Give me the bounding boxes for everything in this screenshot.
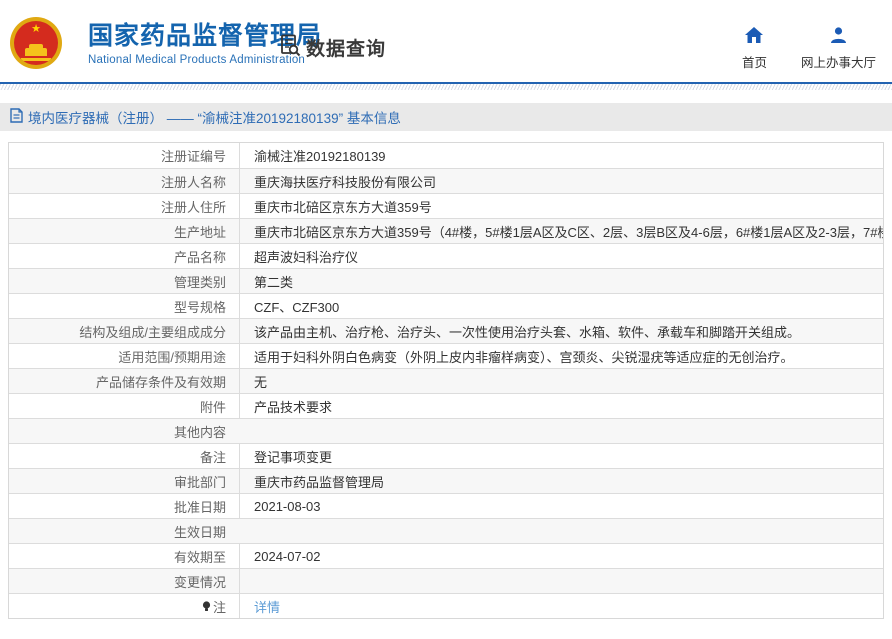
row-label-text: 结构及组成/主要组成成分	[79, 322, 226, 341]
row-value: 登记事项变更	[239, 444, 883, 468]
table-row: 审批部门重庆市药品监督管理局	[9, 468, 883, 493]
breadcrumb-text: 境内医疗器械（注册） —— “渝械注准20192180139” 基本信息	[28, 107, 401, 127]
table-row: 附件产品技术要求	[9, 393, 883, 418]
row-value: 2024-07-02	[239, 544, 883, 568]
row-label-text: 注册人名称	[161, 172, 226, 191]
row-value	[239, 419, 883, 443]
table-row: 生产地址重庆市北碚区京东方大道359号（4#楼，5#楼1层A区及C区、2层、3层…	[9, 218, 883, 243]
row-label-text: 有效期至	[174, 547, 226, 566]
row-label: 生产地址	[9, 219, 239, 243]
row-label-text: 附件	[200, 397, 226, 416]
row-label: 产品储存条件及有效期	[9, 369, 239, 393]
table-row: 产品储存条件及有效期无	[9, 368, 883, 393]
row-value: 该产品由主机、治疗枪、治疗头、一次性使用治疗头套、水箱、软件、承载车和脚踏开关组…	[239, 319, 883, 343]
row-value: 超声波妇科治疗仪	[239, 244, 883, 268]
row-label: 产品名称	[9, 244, 239, 268]
row-label-text: 产品名称	[174, 247, 226, 266]
top-nav: 首页 网上办事大厅	[742, 27, 876, 71]
home-icon	[745, 27, 763, 48]
row-label: 附件	[9, 394, 239, 418]
row-value: 无	[239, 369, 883, 393]
row-value: 第二类	[239, 269, 883, 293]
row-label: 审批部门	[9, 469, 239, 493]
row-label-text: 适用范围/预期用途	[118, 347, 226, 366]
data-query-label: 数据查询	[306, 34, 386, 61]
doc-search-icon	[278, 33, 302, 62]
row-label-text: 产品储存条件及有效期	[96, 372, 226, 391]
table-row: 产品名称超声波妇科治疗仪	[9, 243, 883, 268]
row-value	[239, 569, 883, 593]
row-label-text: 其他内容	[174, 422, 226, 441]
row-label-text: 注册人住所	[161, 197, 226, 216]
table-row: 结构及组成/主要组成成分该产品由主机、治疗枪、治疗头、一次性使用治疗头套、水箱、…	[9, 318, 883, 343]
row-label: 有效期至	[9, 544, 239, 568]
row-value: 详情	[239, 594, 883, 618]
row-label-text: 批准日期	[174, 497, 226, 516]
row-value: 2021-08-03	[239, 494, 883, 518]
bulb-icon	[202, 600, 211, 615]
table-row: 管理类别第二类	[9, 268, 883, 293]
row-value: 渝械注准20192180139	[239, 143, 883, 168]
national-emblem-logo: ★	[10, 17, 62, 69]
table-row: 生效日期	[9, 518, 883, 543]
row-label-text: 备注	[200, 447, 226, 466]
table-row: 其他内容	[9, 418, 883, 443]
row-value	[239, 519, 883, 543]
nav-service-hall-label: 网上办事大厅	[801, 52, 876, 71]
row-label-text: 生效日期	[174, 522, 226, 541]
row-label-text: 注	[213, 597, 226, 616]
row-label-text: 审批部门	[174, 472, 226, 491]
nav-item-home[interactable]: 首页	[742, 27, 767, 71]
row-value: 适用于妇科外阴白色病变（外阴上皮内非瘤样病变）、宫颈炎、尖锐湿疣等适应症的无创治…	[239, 344, 883, 368]
row-label: 注册证编号	[9, 143, 239, 168]
user-icon	[830, 27, 847, 48]
emblem-icon: ★	[10, 17, 62, 69]
row-label: 适用范围/预期用途	[9, 344, 239, 368]
row-label: 型号规格	[9, 294, 239, 318]
details-link[interactable]: 详情	[254, 597, 280, 616]
table-row: 备注登记事项变更	[9, 443, 883, 468]
table-row: 有效期至 2024-07-02	[9, 543, 883, 568]
row-label: 生效日期	[9, 519, 239, 543]
breadcrumb-bar: 境内医疗器械（注册） —— “渝械注准20192180139” 基本信息	[0, 103, 892, 131]
breadcrumb: 境内医疗器械（注册） —— “渝械注准20192180139” 基本信息	[10, 107, 401, 127]
row-label-text: 变更情况	[174, 572, 226, 591]
row-label: 其他内容	[9, 419, 239, 443]
row-label-text: 型号规格	[174, 297, 226, 316]
row-value: 重庆海扶医疗科技股份有限公司	[239, 169, 883, 193]
row-value: 重庆市北碚区京东方大道359号（4#楼，5#楼1层A区及C区、2层、3层B区及4…	[239, 219, 883, 243]
row-label: 备注	[9, 444, 239, 468]
page-doc-icon	[10, 108, 23, 126]
nav-item-service-hall[interactable]: 网上办事大厅	[801, 27, 876, 71]
row-label-text: 管理类别	[174, 272, 226, 291]
row-label: 注册人住所	[9, 194, 239, 218]
nav-home-label: 首页	[742, 52, 767, 71]
row-label: 管理类别	[9, 269, 239, 293]
table-row: 型号规格 CZF、CZF300	[9, 293, 883, 318]
row-label-text: 注册证编号	[161, 146, 226, 165]
table-row: 注册证编号渝械注准20192180139	[9, 143, 883, 168]
table-row: 注册人住所重庆市北碚区京东方大道359号	[9, 193, 883, 218]
row-value: 重庆市北碚区京东方大道359号	[239, 194, 883, 218]
table-row: 批准日期 2021-08-03	[9, 493, 883, 518]
row-value: 产品技术要求	[239, 394, 883, 418]
hatched-divider	[0, 84, 892, 90]
row-value: 重庆市药品监督管理局	[239, 469, 883, 493]
table-row: 变更情况	[9, 568, 883, 593]
table-row: 注册人名称重庆海扶医疗科技股份有限公司	[9, 168, 883, 193]
table-row: 适用范围/预期用途适用于妇科外阴白色病变（外阴上皮内非瘤样病变）、宫颈炎、尖锐湿…	[9, 343, 883, 368]
data-query-section[interactable]: 数据查询	[278, 33, 386, 62]
row-label: 批准日期	[9, 494, 239, 518]
row-label: 注册人名称	[9, 169, 239, 193]
row-label-text: 生产地址	[174, 222, 226, 241]
row-label: 注	[9, 594, 239, 618]
registration-info-table: 注册证编号渝械注准20192180139注册人名称重庆海扶医疗科技股份有限公司注…	[8, 142, 884, 619]
row-value: CZF、CZF300	[239, 294, 883, 318]
row-label: 变更情况	[9, 569, 239, 593]
site-header: ★ 国家药品监督管理局 National Medical Products Ad…	[0, 0, 892, 84]
row-label: 结构及组成/主要组成成分	[9, 319, 239, 343]
table-row: 注 详情	[9, 593, 883, 618]
